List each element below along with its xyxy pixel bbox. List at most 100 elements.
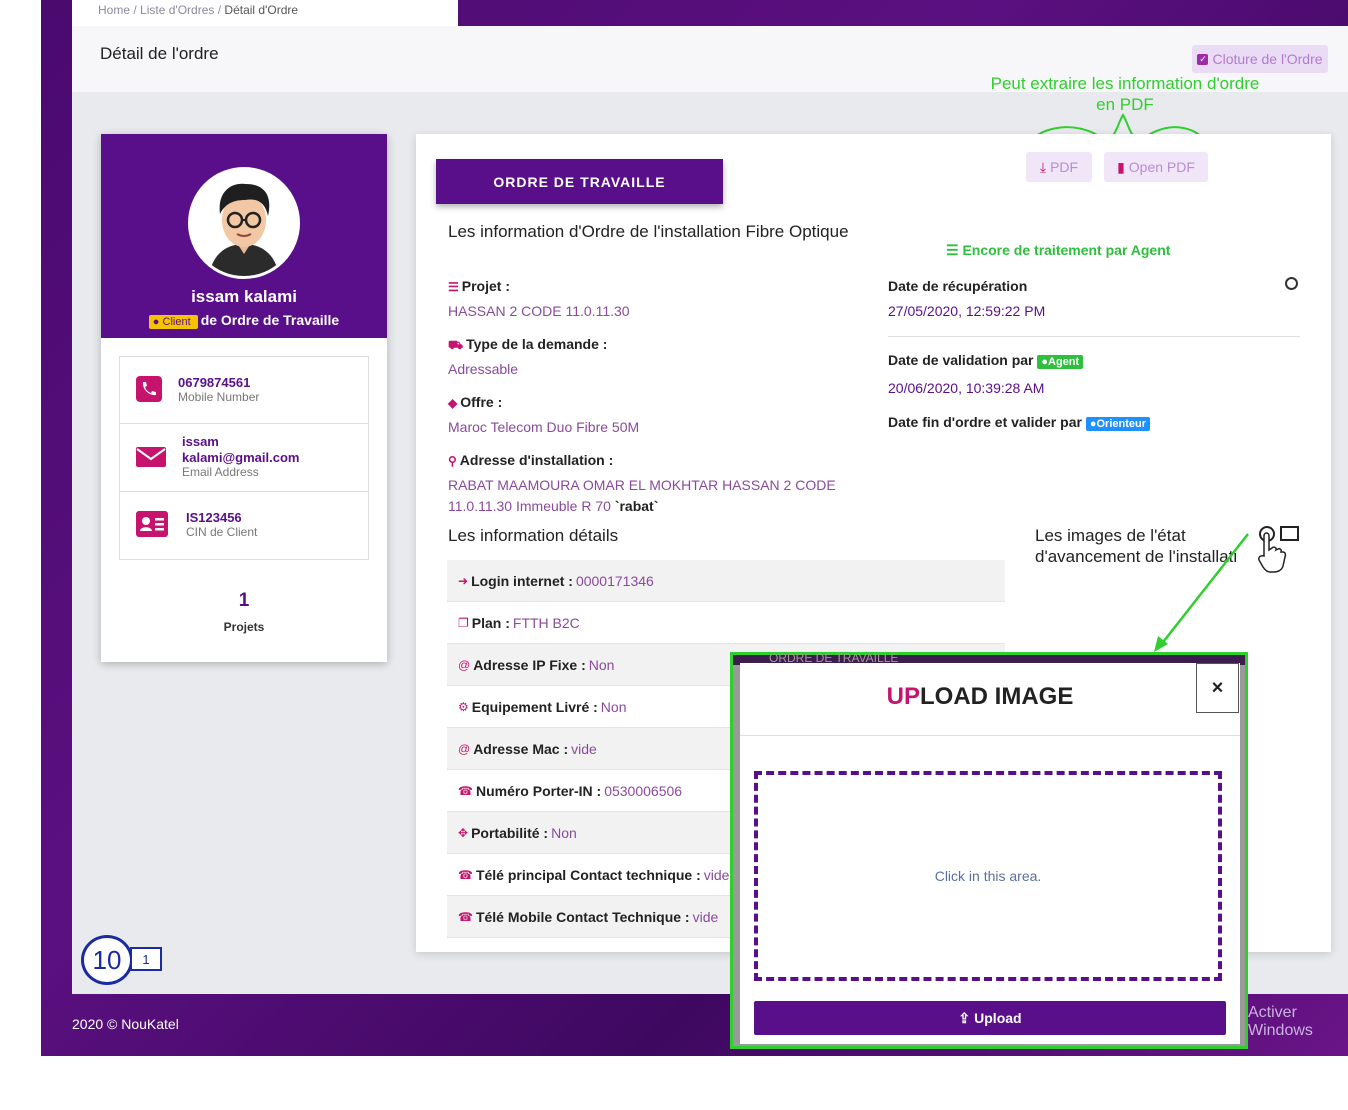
upload-modal-frame: ORDRE DE TRAVAILLE UPLOAD IMAGE × Click … — [730, 651, 1248, 1049]
offre-label-text: Offre : — [460, 394, 503, 410]
phone-label: Mobile Number — [178, 390, 260, 404]
validation-label-text: Date de validation par — [888, 352, 1034, 368]
envelope-icon — [136, 445, 166, 473]
adresse-label: ⚲ Adresse d'installation : — [448, 452, 613, 468]
adresse-value-line1: RABAT MAAMOURA OMAR EL MOKHTAR HASSAN 2 … — [448, 477, 836, 493]
order-info-title: Les information d'Ordre de l'installatio… — [448, 222, 849, 241]
detail-label: Adresse Mac : — [473, 740, 569, 757]
detail-label: Login internet : — [471, 572, 573, 589]
pdf-annotation-text: Peut extraire les information d'ordre en… — [990, 74, 1260, 114]
detail-label: Télé principal Contact technique : — [475, 866, 701, 883]
id-card-icon — [136, 511, 168, 539]
tab-order[interactable]: ORDRE DE TRAVAILLE — [436, 159, 723, 204]
activate-windows-watermark: Activer Windows — [1248, 1004, 1313, 1039]
detail-value: Non — [600, 698, 627, 715]
profile-card: issam kalami ● Client de Ordre de Travai… — [101, 134, 387, 662]
footer-copyright: 2020 © NouKatel — [72, 1016, 179, 1032]
breadcrumb-current: Détail d'Ordre — [224, 3, 299, 17]
breadcrumb-list[interactable]: Liste d'Ordres — [140, 3, 214, 17]
detail-label: Portabilité : — [471, 824, 549, 841]
detail-value: FTTH B2C — [512, 614, 580, 631]
recup-label: Date de récupération — [888, 278, 1028, 294]
breadcrumb-home[interactable]: Home — [98, 3, 130, 17]
projet-label-text: Projet : — [461, 278, 510, 294]
pdf-button-label: PDF — [1050, 159, 1079, 175]
upload-icon: ⇪ — [958, 1009, 971, 1026]
email-label: Email Address — [182, 465, 259, 479]
open-pdf-button[interactable]: ▮ Open PDF — [1104, 152, 1208, 182]
orienteur-badge-label: Orienteur — [1096, 418, 1146, 430]
modal-divider — [740, 735, 1240, 736]
detail-label: Numéro Porter-IN : — [475, 782, 602, 799]
pdf-download-button[interactable]: ⤓ PDF — [1026, 152, 1092, 182]
phone-icon — [136, 376, 166, 404]
app-screen: Home / Liste d'Ordres / Détail d'Ordre D… — [0, 0, 1348, 1110]
detail-label: Equipement Livré : — [471, 698, 598, 715]
status-text: ☰ Encore de traitement par Agent — [946, 242, 1170, 259]
file-icon: ▮ — [1117, 158, 1125, 175]
cloture-order-button[interactable]: ✓ Cloture de l'Ordre — [1192, 45, 1328, 73]
profile-role: ● Client de Ordre de Travaille — [101, 312, 387, 329]
modal-title: UPLOAD IMAGE — [740, 683, 1220, 711]
list-icon: ☰ — [448, 280, 459, 294]
contact-phone-row: 0679874561 Mobile Number — [120, 357, 368, 424]
detail-label: Adresse IP Fixe : — [473, 656, 586, 673]
user-icon: ● — [152, 316, 160, 328]
at-icon: @ — [458, 741, 471, 756]
phone-square-icon: ☎ — [458, 867, 473, 882]
detail-value: 0530006506 — [604, 782, 683, 799]
breadcrumb: Home / Liste d'Ordres / Détail d'Ordre — [98, 3, 298, 17]
copy-icon: ❐ — [458, 615, 469, 630]
fin-label: Date fin d'ordre et valider par ●Oriente… — [888, 414, 1150, 431]
agent-badge: ●Agent — [1037, 355, 1084, 369]
validation-label: Date de validation par ●Agent — [888, 352, 1084, 369]
fin-label-text: Date fin d'ordre et valider par — [888, 414, 1082, 430]
clock-icon[interactable] — [1285, 277, 1298, 290]
hand-pointer-icon — [1258, 532, 1287, 573]
adresse-city: `rabat` — [614, 498, 659, 514]
download-icon: ⤓ — [1039, 158, 1047, 175]
adresse-value-line2: 11.0.11.30 Immeuble R 70 `rabat` — [448, 498, 658, 514]
detail-value: Non — [588, 656, 615, 673]
email-address[interactable]: kalami@gmail.com — [182, 450, 299, 465]
arrows-icon: ✥ — [458, 825, 469, 840]
close-button[interactable]: × — [1196, 663, 1239, 713]
upload-button[interactable]: ⇪ Upload — [754, 1001, 1226, 1035]
cart-icon: ⛟ — [448, 338, 464, 352]
detail-value: 0000171346 — [575, 572, 654, 589]
projects-count: 1 — [238, 590, 250, 611]
detail-label: Plan : — [471, 614, 510, 631]
detail-label: Télé Mobile Contact Technique : — [475, 908, 690, 925]
modal-title-rest: LOAD IMAGE — [920, 683, 1074, 710]
type-value: Adressable — [448, 361, 519, 377]
at-icon: @ — [458, 657, 471, 672]
phone-square-icon: ☎ — [458, 783, 473, 798]
detail-value: Non — [551, 824, 577, 841]
breadcrumb-separator: / — [133, 3, 137, 17]
phone-number[interactable]: 0679874561 — [178, 375, 250, 390]
map-marker-icon: ⚲ — [448, 454, 457, 468]
cogs-icon: ⚙ — [458, 699, 469, 714]
detail-value: vide — [703, 866, 730, 883]
detail-value: vide — [692, 908, 719, 925]
projects-label: Projets — [223, 620, 265, 634]
avatar-illustration — [191, 170, 297, 276]
profile-name: issam kalami — [191, 287, 297, 306]
client-badge-label: Client — [162, 316, 191, 328]
step-sub-number: 1 — [130, 947, 162, 971]
validation-value: 20/06/2020, 10:39:28 AM — [888, 380, 1045, 396]
phone-square-icon: ☎ — [458, 909, 473, 924]
upload-dropzone[interactable]: Click in this area. — [754, 771, 1222, 981]
projet-value: HASSAN 2 CODE 11.0.11.30 — [448, 303, 630, 319]
role-text: de Ordre de Travaille — [200, 312, 340, 328]
upload-modal: UPLOAD IMAGE × Click in this area. ⇪ Upl… — [740, 663, 1240, 1044]
offre-label: ◆ Offre : — [448, 394, 502, 410]
status-label: Encore de traitement par Agent — [962, 242, 1171, 258]
client-badge: ● Client — [148, 315, 198, 329]
recup-value: 27/05/2020, 12:59:22 PM — [888, 303, 1046, 319]
cin-label: CIN de Client — [186, 525, 258, 539]
contact-box: 0679874561 Mobile Number issam kalami@gm… — [119, 356, 369, 560]
adresse-label-text: Adresse d'installation : — [459, 452, 614, 468]
list-icon: ☰ — [946, 242, 959, 258]
adresse-value-2: 11.0.11.30 Immeuble R 70 — [448, 498, 611, 514]
